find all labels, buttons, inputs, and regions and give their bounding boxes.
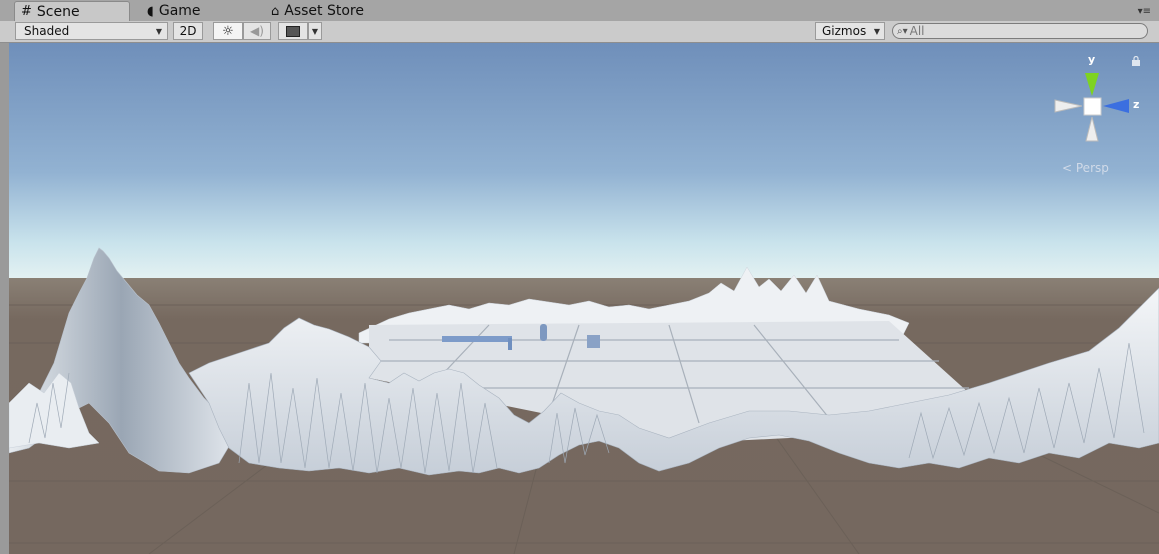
scene-toolbar: Shaded ▼ 2D ☼ ◀) ▼ Gizmos ▼ ⌕▾ All [0, 21, 1159, 43]
axis-y-label: y [1088, 53, 1096, 66]
tab-menu-icon[interactable]: ▾≡ [1138, 6, 1151, 17]
capsule-object [540, 324, 547, 341]
search-value: All [909, 24, 925, 38]
cube-object [587, 335, 600, 348]
tab-game[interactable]: ◖ Game [147, 1, 201, 21]
projection-toggle[interactable]: < Persp [1062, 161, 1109, 175]
chevron-down-icon: ▼ [155, 26, 162, 36]
shading-mode-label: Shaded [24, 24, 70, 38]
projection-label: Persp [1075, 161, 1109, 175]
bar-object [442, 336, 512, 342]
tab-asset-store-label: Asset Store [284, 3, 364, 19]
sky [9, 43, 1159, 278]
axis-z-label: z [1133, 98, 1140, 111]
speaker-icon: ◀) [250, 24, 264, 38]
scene-viewport[interactable]: y z [9, 43, 1159, 554]
lock-icon[interactable] [1131, 56, 1141, 66]
search-input[interactable]: ⌕▾ All [892, 23, 1148, 39]
pacman-icon: ◖ [147, 3, 154, 19]
gizmos-dropdown[interactable]: Gizmos ▼ [815, 22, 885, 40]
toggle-2d-label: 2D [179, 24, 197, 38]
tab-scene[interactable]: # Scene [14, 1, 130, 21]
scene-render [9, 43, 1159, 554]
search-icon: ⌕▾ [897, 25, 908, 37]
effects-toggle-button[interactable] [278, 22, 308, 40]
chevron-down-icon: ▼ [873, 26, 880, 36]
tab-asset-store[interactable]: ⌂ Asset Store [271, 1, 364, 21]
chevron-down-icon: ▼ [311, 26, 319, 36]
toggle-2d-button[interactable]: 2D [173, 22, 203, 40]
bag-icon: ⌂ [271, 3, 280, 19]
bar-post-object [508, 338, 512, 350]
sun-icon: ☼ [222, 23, 234, 39]
panel-left-edge [0, 43, 9, 554]
effects-dropdown[interactable]: ▼ [308, 22, 322, 40]
tab-scene-label: Scene [36, 3, 80, 20]
image-icon [286, 25, 300, 37]
shading-mode-dropdown[interactable]: Shaded ▼ [15, 22, 168, 40]
tab-bar: # Scene ◖ Game ⌂ Asset Store ▾≡ [0, 0, 1159, 21]
lighting-toggle-button[interactable]: ☼ [213, 22, 243, 40]
grid-icon: # [21, 4, 32, 19]
audio-toggle-button[interactable]: ◀) [243, 22, 271, 40]
tab-game-label: Game [158, 3, 201, 19]
gizmos-label: Gizmos [822, 24, 867, 38]
